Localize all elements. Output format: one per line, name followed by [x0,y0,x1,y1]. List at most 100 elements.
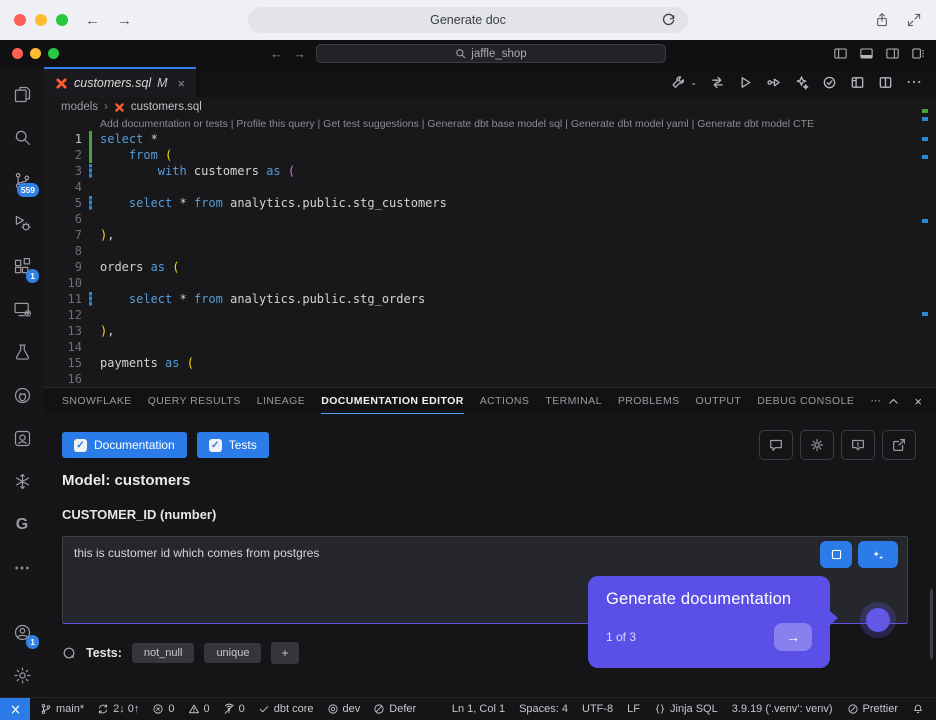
generate-icon[interactable] [794,75,809,90]
g-extension-icon[interactable]: G [0,503,44,546]
panel-tab-lineage[interactable]: LINEAGE [257,388,305,414]
code-line-1[interactable]: 1select * [44,131,936,147]
history-forward-icon[interactable]: → [293,46,306,61]
testing-beaker-icon[interactable] [0,331,44,374]
panel-tab--[interactable]: ⋯ [870,388,881,414]
breadcrumb[interactable]: models › customers.sql [44,97,936,117]
compile-icon[interactable] [710,75,725,90]
test-pill-unique[interactable]: unique [204,643,261,663]
tour-next-button[interactable]: → [774,623,812,651]
remote-indicator[interactable] [0,698,30,720]
tab-close-icon[interactable]: × [178,76,186,91]
browser-close-button[interactable] [14,14,26,26]
status-prettier[interactable]: Prettier [847,703,898,715]
code-line-3[interactable]: 3 with customers as ( [44,163,936,179]
panel-tab-documentation-editor[interactable]: DOCUMENTATION EDITOR [321,388,464,414]
code-line-10[interactable]: 10 [44,275,936,291]
panel-tab-output[interactable]: OUTPUT [696,388,742,414]
status-notifications[interactable] [912,703,924,715]
status-indentation[interactable]: Spaces: 4 [519,703,568,715]
code-line-6[interactable]: 6 [44,211,936,227]
breadcrumb-folder[interactable]: models [61,101,98,113]
code-line-11[interactable]: 11 select * from analytics.public.stg_or… [44,291,936,307]
status-errors[interactable]: 0 [152,703,174,715]
source-control-icon[interactable]: 559 [0,159,44,202]
chevron-down-icon[interactable]: ⌄ [690,78,697,87]
toggle-sidebar-icon[interactable] [833,46,848,61]
window-minimize-button[interactable] [30,48,41,59]
ai-generate-button[interactable] [858,541,898,568]
tests-toggle-button[interactable]: ✓Tests [197,432,269,458]
code-line-15[interactable]: 15payments as ( [44,355,936,371]
code-line-14[interactable]: 14 [44,339,936,355]
code-line-8[interactable]: 8 [44,243,936,259]
panel-tab-terminal[interactable]: TERMINAL [545,388,601,414]
tab-customers-sql[interactable]: customers.sql M × [44,67,196,97]
status-cursor-position[interactable]: Ln 1, Col 1 [452,703,505,715]
open-preview-icon[interactable] [850,75,865,90]
command-center-search[interactable]: jaffle_shop [316,44,666,63]
open-external-button[interactable] [882,430,916,460]
code-line-2[interactable]: 2 from ( [44,147,936,163]
code-line-5[interactable]: 5 select * from analytics.public.stg_cus… [44,195,936,211]
code-line-4[interactable]: 4 [44,179,936,195]
feedback-button[interactable] [841,430,875,460]
code-line-7[interactable]: 7), [44,227,936,243]
browser-address-bar[interactable]: Generate doc [248,7,688,33]
add-test-button[interactable]: + [271,642,298,664]
snowflake-icon[interactable] [0,460,44,503]
more-views-icon[interactable]: ⋯ [0,546,44,589]
panel-tab-debug-console[interactable]: DEBUG CONSOLE [757,388,854,414]
toggle-secondary-sidebar-icon[interactable] [885,46,900,61]
more-actions-icon[interactable]: ⋯ [906,72,922,92]
panel-tab-actions[interactable]: ACTIONS [480,388,530,414]
gear-button[interactable] [800,430,834,460]
extensions-icon[interactable]: 1 [0,245,44,288]
status-sync[interactable]: 2↓ 0↑ [97,703,139,715]
accounts-icon[interactable]: 1 [0,611,44,654]
status-dbt-target[interactable]: dev [327,703,361,715]
settings-gear-icon[interactable] [0,654,44,697]
breadcrumb-file[interactable]: customers.sql [131,101,202,113]
status-git-branch[interactable]: main* [40,703,84,715]
code-line-12[interactable]: 12 [44,307,936,323]
status-defer[interactable]: Defer [373,703,416,715]
documentation-toggle-button[interactable]: ✓Documentation [62,432,187,458]
dbt-build-icon[interactable] [671,75,686,90]
comment-button[interactable] [759,430,793,460]
validate-icon[interactable] [822,75,837,90]
status-encoding[interactable]: UTF-8 [582,703,613,715]
run-debug-icon[interactable] [0,202,44,245]
code-line-13[interactable]: 13), [44,323,936,339]
status-ports[interactable]: 0 [223,703,245,715]
github-icon[interactable] [0,374,44,417]
browser-minimize-button[interactable] [35,14,47,26]
share-icon[interactable] [874,12,890,28]
codelens-actions[interactable]: Add documentation or tests | Profile thi… [100,117,936,131]
status-language-mode[interactable]: Jinja SQL [654,703,718,715]
split-editor-icon[interactable] [878,75,893,90]
code-editor[interactable]: Add documentation or tests | Profile thi… [44,117,936,387]
panel-tab-problems[interactable]: PROBLEMS [618,388,680,414]
panel-maximize-icon[interactable] [887,395,900,408]
code-line-16[interactable]: 16 [44,371,936,387]
panel-tab-snowflake[interactable]: SNOWFLAKE [62,388,132,414]
explorer-icon[interactable] [0,73,44,116]
window-close-button[interactable] [12,48,23,59]
window-maximize-button[interactable] [48,48,59,59]
github-box-icon[interactable] [0,417,44,460]
status-warnings[interactable]: 0 [188,703,210,715]
browser-maximize-button[interactable] [56,14,68,26]
panel-tab-query-results[interactable]: QUERY RESULTS [148,388,241,414]
history-back-icon[interactable]: ← [270,46,283,61]
status-python-version[interactable]: 3.9.19 ('.venv': venv) [732,703,833,715]
customize-layout-icon[interactable] [911,46,926,61]
tour-beacon[interactable] [866,608,890,632]
fullscreen-icon[interactable] [906,12,922,28]
code-line-9[interactable]: 9orders as ( [44,259,936,275]
search-icon[interactable] [0,116,44,159]
status-eol[interactable]: LF [627,703,640,715]
toggle-panel-icon[interactable] [859,46,874,61]
execute-query-icon[interactable] [738,75,753,90]
panel-scrollbar[interactable] [930,589,933,659]
